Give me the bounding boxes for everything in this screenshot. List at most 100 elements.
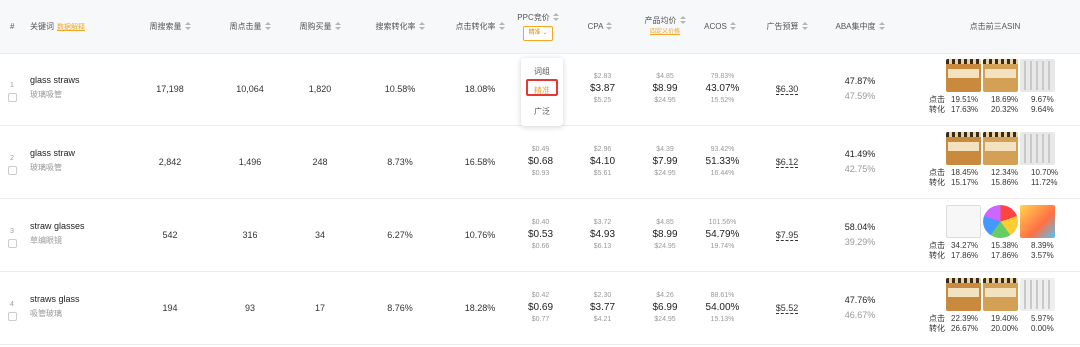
row-checkbox[interactable] [8, 312, 17, 321]
acos: 88.61% 54.00% 15.13% [700, 272, 745, 344]
conv-rate-line: 转化 17.86% 17.86% 3.57% [929, 251, 1067, 261]
aba-sub: 39.29% [844, 237, 876, 247]
product-box-band [985, 142, 1016, 151]
weekly-purchases-value: 1,820 [308, 84, 332, 94]
acos-high: 19.74% [710, 243, 735, 250]
click-rate-line: 点击 22.39% 19.40% 5.97% [929, 314, 1067, 324]
table-row[interactable]: 3 straw glasses 草编眼镜 542 316 34 6.27% 10.76% $0.… [0, 199, 1080, 272]
dropdown-item-phrase[interactable]: 词组 [521, 66, 563, 77]
cpa-values: $3.72 $4.93 $6.13 [590, 218, 615, 252]
cpa-mid: $3.77 [589, 302, 616, 313]
ppc-mode-value: 精准 [528, 30, 541, 36]
sort-icon[interactable] [679, 16, 686, 25]
sort-icon[interactable] [552, 13, 559, 22]
conv-rate-value: 15.86% [991, 178, 1019, 187]
sort-icon[interactable] [606, 22, 613, 31]
row-checkbox[interactable] [8, 239, 17, 248]
sort-icon[interactable] [418, 22, 425, 31]
ppc-bid-low: $0.49 [531, 146, 550, 153]
header-ad-budget[interactable]: 广告预算 [757, 0, 817, 53]
product-thumbnail[interactable] [983, 205, 1018, 238]
ad-budget-value[interactable]: $7.95 [775, 230, 799, 241]
sort-icon[interactable] [801, 22, 808, 31]
header-cpa[interactable]: CPA [580, 0, 620, 53]
table-row[interactable]: 4 straws glass 吸管玻璃 194 93 17 8.76% 18.28% $0.42… [0, 272, 1080, 345]
product-thumbnail[interactable] [983, 132, 1018, 165]
header-ppc[interactable]: PPC竞价 精准 ⌄ [513, 0, 563, 53]
keyword-text[interactable]: glass straws [30, 75, 80, 85]
conv-rate-value: 17.86% [991, 251, 1019, 260]
header-keyword[interactable]: 关键词 数据解释 [30, 0, 85, 53]
header-weekly-purchases[interactable]: 周购买量 [290, 0, 350, 53]
product-box-band [948, 288, 979, 297]
straw-shape [1036, 280, 1038, 309]
keyword-text[interactable]: straws glass [30, 294, 80, 304]
click-rate-label: 点击 [929, 95, 945, 104]
avg-price-mid: $6.99 [652, 302, 678, 313]
avg-price-low: $4.85 [656, 73, 674, 80]
sort-icon[interactable] [498, 22, 505, 31]
click-rate-value: 34.27% [951, 241, 979, 250]
ad-budget-value[interactable]: $6.12 [775, 157, 799, 168]
straw-shape [1042, 134, 1044, 163]
header-acos[interactable]: ACOS [700, 0, 740, 53]
weekly-clicks-value: 93 [244, 303, 255, 313]
header-aba[interactable]: ABA集中度 [830, 0, 890, 53]
product-thumbnail[interactable] [1020, 132, 1055, 165]
product-thumbnail[interactable] [1020, 59, 1055, 92]
acos-low: 88.61% [710, 292, 735, 299]
keyword-text[interactable]: glass straw [30, 148, 75, 158]
sort-icon[interactable] [184, 22, 191, 31]
straw-shape [1030, 61, 1032, 90]
weekly-search-value: 2,842 [158, 157, 182, 167]
avg-price-mid: $8.99 [652, 229, 678, 240]
header-weekly-clicks[interactable]: 周点击量 [220, 0, 280, 53]
product-thumbnail[interactable] [1020, 205, 1055, 238]
ppc-bid-values: $0.49 $0.68 $0.93 [528, 145, 553, 179]
avg-price-values: $4.85 $8.99 $24.95 [652, 72, 677, 106]
sort-icon[interactable] [878, 22, 885, 31]
click-rate-value: 5.97% [1031, 314, 1054, 323]
row-checkbox[interactable] [8, 166, 17, 175]
table-row[interactable]: 2 glass straw 玻璃吸管 2,842 1,496 248 8.73% 16.58%… [0, 126, 1080, 199]
acos-mid: 51.33% [705, 156, 740, 167]
click-rate-value: 18.69% [991, 95, 1019, 104]
product-thumbnail[interactable] [1020, 278, 1055, 311]
custom-price-link[interactable]: 四定义价格 [650, 27, 680, 38]
product-thumbnail[interactable] [946, 132, 981, 165]
keyword-text[interactable]: straw glasses [30, 221, 85, 231]
aba-main: 41.49% [844, 149, 876, 159]
product-thumbnail[interactable] [983, 59, 1018, 92]
product-thumbnail[interactable] [946, 278, 981, 311]
ad-budget-value[interactable]: $6.30 [775, 84, 799, 95]
acos: 101.56% 54.79% 19.74% [700, 199, 745, 271]
row-index: 2 [10, 155, 14, 162]
selected-highlight-box [526, 79, 558, 96]
acos-mid: 43.07% [705, 83, 740, 94]
row-checkbox[interactable] [8, 93, 17, 102]
aba-sub: 46.67% [844, 310, 876, 320]
data-explain-link[interactable]: 数据解释 [57, 22, 85, 32]
ad-budget-value[interactable]: $5.52 [775, 303, 799, 314]
straw-shape [1024, 134, 1026, 163]
ppc-mode-select[interactable]: 精准 ⌄ [522, 26, 554, 41]
dropdown-item-broad[interactable]: 广泛 [521, 106, 563, 117]
header-search-cvr-label: 搜索转化率 [375, 22, 416, 31]
header-search-cvr[interactable]: 搜索转化率 [365, 0, 435, 53]
product-thumbnail[interactable] [946, 59, 981, 92]
ppc-bid: $0.40 $0.53 $0.66 [513, 199, 568, 271]
sort-icon[interactable] [729, 22, 736, 31]
acos-values: 79.83% 43.07% 15.52% [706, 72, 740, 106]
ppc-bid-high: $0.66 [531, 243, 550, 250]
product-thumbnail[interactable] [946, 205, 981, 238]
top3-asin-thumbnails [946, 132, 1056, 165]
product-thumbnail[interactable] [983, 278, 1018, 311]
sort-icon[interactable] [264, 22, 271, 31]
ppc-bid-values: $0.42 $0.69 $0.77 [528, 291, 553, 325]
acos-high: 15.52% [710, 97, 735, 104]
avg-price: $4.85 $8.99 $24.95 [640, 199, 690, 271]
sort-icon[interactable] [334, 22, 341, 31]
header-avg-price[interactable]: 产品均价 四定义价格 [640, 0, 690, 53]
header-click-cvr[interactable]: 点击转化率 [445, 0, 515, 53]
header-weekly-search[interactable]: 周搜索量 [140, 0, 200, 53]
